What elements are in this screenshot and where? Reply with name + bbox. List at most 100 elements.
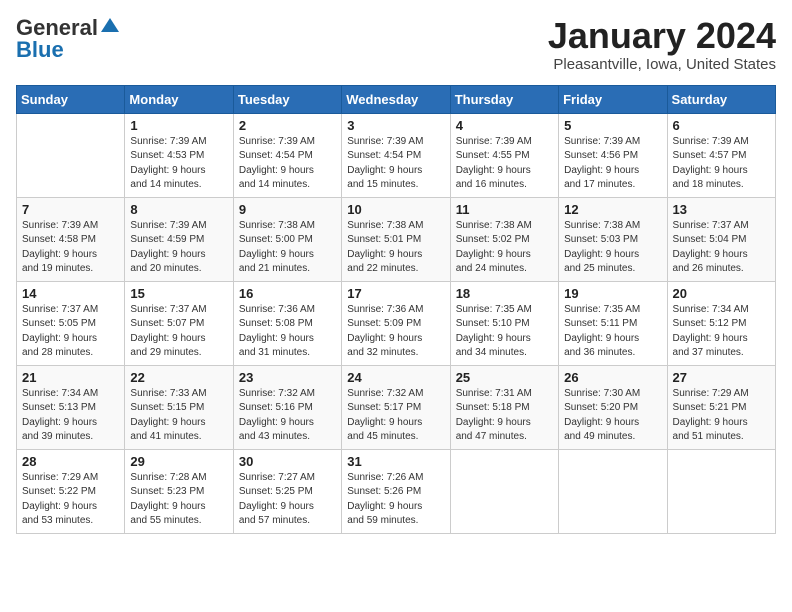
day-number: 6 <box>673 118 770 133</box>
day-info: Sunrise: 7:29 AM Sunset: 5:21 PM Dayligh… <box>673 387 770 445</box>
calendar-cell: 16 Sunrise: 7:36 AM Sunset: 5:08 PM Dayli… <box>233 281 341 365</box>
day-info: Sunrise: 7:27 AM Sunset: 5:25 PM Dayligh… <box>239 471 336 529</box>
calendar-cell: 22Sunrise: 7:33 AM Sunset: 5:15 PM Dayli… <box>125 365 233 449</box>
calendar-cell <box>17 113 125 197</box>
day-number: 21 <box>22 370 119 385</box>
calendar-cell <box>559 449 667 533</box>
calendar-week-row: 21 Sunrise: 7:34 AM Sunset: 5:13 PM Dayli… <box>17 365 776 449</box>
calendar-cell: 7 Sunrise: 7:39 AM Sunset: 4:58 PM Daylig… <box>17 197 125 281</box>
calendar-cell: 4Sunrise: 7:39 AM Sunset: 4:55 PM Daylig… <box>450 113 558 197</box>
day-info: Sunrise: 7:32 AM Sunset: 5:16 PM Dayligh… <box>239 387 336 445</box>
day-info: Sunrise: 7:38 AM Sunset: 5:00 PM Dayligh… <box>239 219 336 277</box>
day-number: 20 <box>673 286 770 301</box>
day-info: Sunrise: 7:37 AM Sunset: 5:07 PM Dayligh… <box>130 303 227 361</box>
day-number: 24 <box>347 370 444 385</box>
calendar-cell: 26 Sunrise: 7:30 AM Sunset: 5:20 PM Dayli… <box>559 365 667 449</box>
column-header-thursday: Thursday <box>450 85 558 113</box>
day-info: Sunrise: 7:32 AM Sunset: 5:17 PM Dayligh… <box>347 387 444 445</box>
day-number: 26 <box>564 370 661 385</box>
calendar-week-row: 7 Sunrise: 7:39 AM Sunset: 4:58 PM Daylig… <box>17 197 776 281</box>
calendar-cell: 17 Sunrise: 7:36 AM Sunset: 5:09 PM Dayli… <box>342 281 450 365</box>
day-info: Sunrise: 7:36 AM Sunset: 5:08 PM Dayligh… <box>239 303 336 361</box>
calendar-cell: 29Sunrise: 7:28 AM Sunset: 5:23 PM Dayli… <box>125 449 233 533</box>
day-info: Sunrise: 7:38 AM Sunset: 5:01 PM Dayligh… <box>347 219 444 277</box>
day-number: 28 <box>22 454 119 469</box>
day-info: Sunrise: 7:39 AM Sunset: 4:56 PM Dayligh… <box>564 135 661 193</box>
calendar-cell: 5 Sunrise: 7:39 AM Sunset: 4:56 PM Daylig… <box>559 113 667 197</box>
column-header-monday: Monday <box>125 85 233 113</box>
day-info: Sunrise: 7:39 AM Sunset: 4:58 PM Dayligh… <box>22 219 119 277</box>
day-number: 15 <box>130 286 227 301</box>
calendar-cell: 2 Sunrise: 7:39 AM Sunset: 4:54 PM Daylig… <box>233 113 341 197</box>
day-info: Sunrise: 7:39 AM Sunset: 4:54 PM Dayligh… <box>239 135 336 193</box>
header: General Blue January 2024 Pleasantville,… <box>16 16 776 73</box>
logo-general: General <box>16 17 98 39</box>
day-number: 3 <box>347 118 444 133</box>
day-info: Sunrise: 7:34 AM Sunset: 5:13 PM Dayligh… <box>22 387 119 445</box>
calendar-cell: 19 Sunrise: 7:35 AM Sunset: 5:11 PM Dayli… <box>559 281 667 365</box>
day-number: 19 <box>564 286 661 301</box>
calendar-cell: 8Sunrise: 7:39 AM Sunset: 4:59 PM Daylig… <box>125 197 233 281</box>
day-info: Sunrise: 7:34 AM Sunset: 5:12 PM Dayligh… <box>673 303 770 361</box>
day-info: Sunrise: 7:35 AM Sunset: 5:10 PM Dayligh… <box>456 303 553 361</box>
calendar-cell: 6Sunrise: 7:39 AM Sunset: 4:57 PM Daylig… <box>667 113 775 197</box>
day-info: Sunrise: 7:33 AM Sunset: 5:15 PM Dayligh… <box>130 387 227 445</box>
day-number: 5 <box>564 118 661 133</box>
calendar-cell: 21 Sunrise: 7:34 AM Sunset: 5:13 PM Dayli… <box>17 365 125 449</box>
day-info: Sunrise: 7:29 AM Sunset: 5:22 PM Dayligh… <box>22 471 119 529</box>
day-number: 1 <box>130 118 227 133</box>
calendar-cell: 20 Sunrise: 7:34 AM Sunset: 5:12 PM Dayli… <box>667 281 775 365</box>
calendar-cell: 14 Sunrise: 7:37 AM Sunset: 5:05 PM Dayli… <box>17 281 125 365</box>
day-number: 12 <box>564 202 661 217</box>
calendar-cell: 9 Sunrise: 7:38 AM Sunset: 5:00 PM Daylig… <box>233 197 341 281</box>
logo-icon <box>101 16 119 34</box>
day-info: Sunrise: 7:28 AM Sunset: 5:23 PM Dayligh… <box>130 471 227 529</box>
calendar-week-row: 14 Sunrise: 7:37 AM Sunset: 5:05 PM Dayli… <box>17 281 776 365</box>
calendar-cell: 23 Sunrise: 7:32 AM Sunset: 5:16 PM Dayli… <box>233 365 341 449</box>
day-number: 27 <box>673 370 770 385</box>
column-header-tuesday: Tuesday <box>233 85 341 113</box>
day-number: 11 <box>456 202 553 217</box>
calendar-cell: 3Sunrise: 7:39 AM Sunset: 4:54 PM Daylig… <box>342 113 450 197</box>
day-number: 18 <box>456 286 553 301</box>
day-info: Sunrise: 7:26 AM Sunset: 5:26 PM Dayligh… <box>347 471 444 529</box>
day-number: 25 <box>456 370 553 385</box>
day-info: Sunrise: 7:35 AM Sunset: 5:11 PM Dayligh… <box>564 303 661 361</box>
day-info: Sunrise: 7:37 AM Sunset: 5:05 PM Dayligh… <box>22 303 119 361</box>
day-number: 16 <box>239 286 336 301</box>
calendar-cell: 27 Sunrise: 7:29 AM Sunset: 5:21 PM Dayli… <box>667 365 775 449</box>
day-number: 30 <box>239 454 336 469</box>
day-number: 17 <box>347 286 444 301</box>
day-info: Sunrise: 7:36 AM Sunset: 5:09 PM Dayligh… <box>347 303 444 361</box>
calendar-cell: 31 Sunrise: 7:26 AM Sunset: 5:26 PM Dayli… <box>342 449 450 533</box>
column-header-wednesday: Wednesday <box>342 85 450 113</box>
calendar-cell: 24 Sunrise: 7:32 AM Sunset: 5:17 PM Dayli… <box>342 365 450 449</box>
calendar-week-row: 1Sunrise: 7:39 AM Sunset: 4:53 PM Daylig… <box>17 113 776 197</box>
calendar-cell: 18 Sunrise: 7:35 AM Sunset: 5:10 PM Dayli… <box>450 281 558 365</box>
calendar-table: SundayMondayTuesdayWednesdayThursdayFrid… <box>16 85 776 534</box>
calendar-title: January 2024 <box>548 16 776 56</box>
day-info: Sunrise: 7:31 AM Sunset: 5:18 PM Dayligh… <box>456 387 553 445</box>
day-number: 7 <box>22 202 119 217</box>
title-area: January 2024 Pleasantville, Iowa, United… <box>548 16 776 73</box>
day-number: 14 <box>22 286 119 301</box>
calendar-cell: 11 Sunrise: 7:38 AM Sunset: 5:02 PM Dayli… <box>450 197 558 281</box>
calendar-cell: 28 Sunrise: 7:29 AM Sunset: 5:22 PM Dayli… <box>17 449 125 533</box>
day-number: 2 <box>239 118 336 133</box>
day-number: 23 <box>239 370 336 385</box>
day-number: 9 <box>239 202 336 217</box>
calendar-cell: 13 Sunrise: 7:37 AM Sunset: 5:04 PM Dayli… <box>667 197 775 281</box>
day-info: Sunrise: 7:30 AM Sunset: 5:20 PM Dayligh… <box>564 387 661 445</box>
calendar-cell: 30 Sunrise: 7:27 AM Sunset: 5:25 PM Dayli… <box>233 449 341 533</box>
calendar-cell: 15 Sunrise: 7:37 AM Sunset: 5:07 PM Dayli… <box>125 281 233 365</box>
logo: General Blue <box>16 16 119 61</box>
day-number: 31 <box>347 454 444 469</box>
day-info: Sunrise: 7:38 AM Sunset: 5:02 PM Dayligh… <box>456 219 553 277</box>
day-number: 13 <box>673 202 770 217</box>
day-number: 10 <box>347 202 444 217</box>
calendar-subtitle: Pleasantville, Iowa, United States <box>548 56 776 73</box>
calendar-cell <box>667 449 775 533</box>
calendar-cell <box>450 449 558 533</box>
day-info: Sunrise: 7:37 AM Sunset: 5:04 PM Dayligh… <box>673 219 770 277</box>
calendar-cell: 1Sunrise: 7:39 AM Sunset: 4:53 PM Daylig… <box>125 113 233 197</box>
